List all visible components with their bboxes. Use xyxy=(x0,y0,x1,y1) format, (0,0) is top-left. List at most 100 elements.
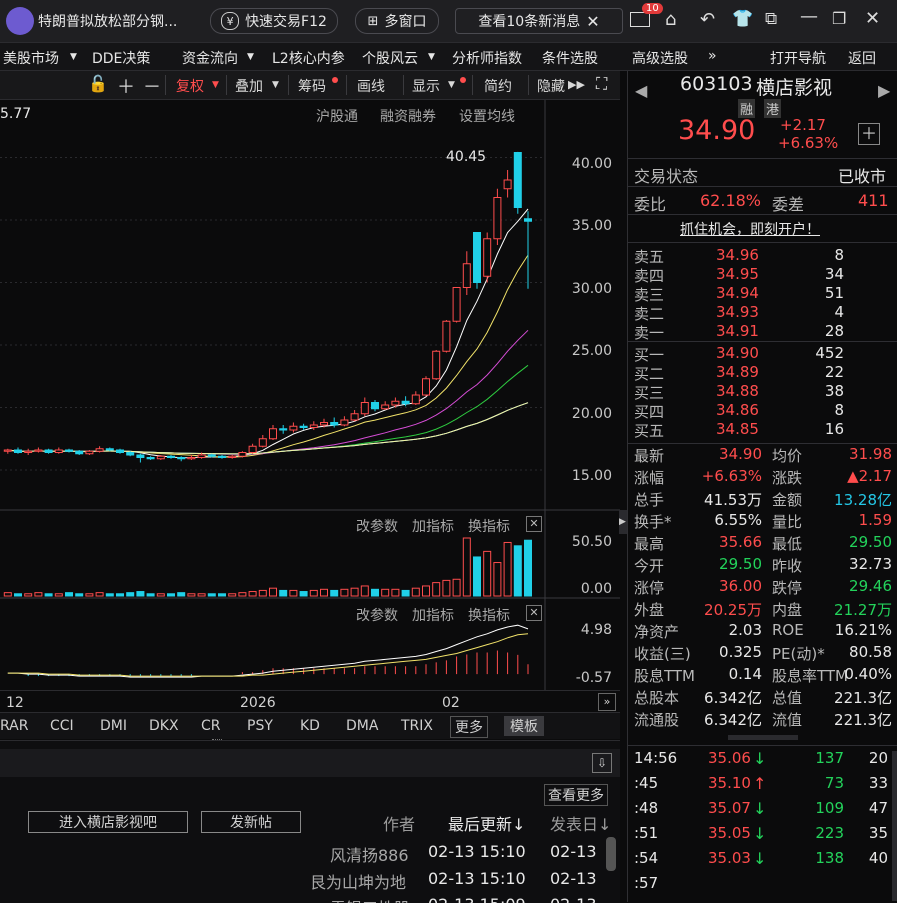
shirt-icon[interactable]: 👕 xyxy=(732,9,753,29)
tab-dkx[interactable]: DKX xyxy=(149,718,179,734)
zoom-in-icon[interactable]: ＋ xyxy=(117,73,135,99)
tab-cci[interactable]: CCI xyxy=(50,718,74,734)
menu-us-stocks[interactable]: 美股市场 xyxy=(3,48,59,68)
tick-price: 35.07 xyxy=(708,799,751,817)
bid-label: 买一 xyxy=(634,346,665,364)
candle-body xyxy=(156,455,165,460)
vol-add-indicator[interactable]: 加指标 xyxy=(412,516,454,536)
home-icon[interactable]: ⌂ xyxy=(665,9,676,30)
macd-switch-indicator[interactable]: 换指标 xyxy=(468,605,510,625)
collapse-arrow-icon[interactable] xyxy=(728,735,798,740)
indicator-tabs: RAR CCI DMI DKX CR PSY KD DMA TRIX 更多 模板 xyxy=(0,712,620,739)
vol-switch-indicator[interactable]: 换指标 xyxy=(468,516,510,536)
zoom-out-icon[interactable]: － xyxy=(143,73,161,99)
enter-forum-button[interactable]: 进入横店影视吧 xyxy=(28,811,188,833)
back-icon[interactable]: ↶ xyxy=(700,9,715,30)
more-icon[interactable]: » xyxy=(708,48,717,64)
stat-row: 涨幅 +6.63% 涨跌 ▲2.17 xyxy=(628,467,897,487)
row-author[interactable]: 艮为山坤为地 xyxy=(310,869,406,893)
close-icon[interactable]: ✕ xyxy=(586,12,599,31)
huaxian-button[interactable]: 画线 xyxy=(357,76,385,96)
tab-psy[interactable]: PSY xyxy=(247,718,273,734)
tab-rar[interactable]: RAR xyxy=(0,718,28,734)
macd-add-indicator[interactable]: 加指标 xyxy=(412,605,454,625)
col-author[interactable]: 作者 xyxy=(383,811,415,835)
close-icon[interactable]: ✕ xyxy=(526,516,542,532)
ask-label: 卖三 xyxy=(634,286,665,304)
lock-icon[interactable]: 🔓 xyxy=(88,74,108,93)
play-more-icon[interactable]: ▶▶ xyxy=(568,78,585,91)
yincang-button[interactable]: 隐藏 xyxy=(537,76,565,96)
tab-trix[interactable]: TRIX xyxy=(401,718,433,734)
tab-dmi[interactable]: DMI xyxy=(100,718,127,734)
vol-edit-params[interactable]: 改参数 xyxy=(356,516,398,536)
tab-dma[interactable]: DMA xyxy=(346,718,378,734)
tab-kd[interactable]: KD xyxy=(300,718,320,734)
forum-scrollbar[interactable] xyxy=(606,837,616,871)
tab-more[interactable]: 更多 xyxy=(450,716,488,738)
menu-capital-flow[interactable]: 资金流向 xyxy=(182,48,238,68)
new-post-button[interactable]: 发新帖 xyxy=(201,811,301,833)
view-more-button[interactable]: 查看更多 xyxy=(544,784,608,806)
ma60-line xyxy=(7,402,529,455)
menu-open-nav[interactable]: 打开导航 xyxy=(770,48,826,68)
menu-advanced[interactable]: 高级选股 xyxy=(632,48,688,68)
xianshi-button[interactable]: 显示 xyxy=(412,76,440,96)
window-close-icon[interactable]: ✕ xyxy=(865,8,880,29)
chart-canvas[interactable] xyxy=(0,100,620,690)
diejia-button[interactable]: 叠加 xyxy=(235,76,263,96)
kline-chart[interactable]: 5.77 沪股通 融资融券 设置均线 40.45 40.00 35.00 30.… xyxy=(0,100,620,690)
close-icon[interactable]: ✕ xyxy=(526,605,542,621)
restore-icon[interactable]: ⧉ xyxy=(765,9,777,29)
stat-label: 涨跌 xyxy=(772,469,803,487)
minimize-icon[interactable]: — xyxy=(800,6,818,27)
volume-bar xyxy=(432,582,441,597)
maximize-icon[interactable]: ❐ xyxy=(832,9,846,28)
menu-back[interactable]: 返回 xyxy=(848,48,876,68)
menu-l2[interactable]: L2核心内参 xyxy=(272,48,345,68)
download-icon[interactable]: ⇩ xyxy=(592,753,612,773)
multi-window-button[interactable]: ⊞ 多窗口 xyxy=(355,8,439,34)
panel-collapse-handle[interactable]: ▶ xyxy=(619,510,627,534)
news-title[interactable]: 特朗普拟放松部分钢... xyxy=(38,11,177,31)
next-stock-icon[interactable]: ▶ xyxy=(878,81,890,100)
candle-body xyxy=(483,238,492,277)
news-message-button[interactable]: 查看10条新消息 ✕ xyxy=(455,8,623,34)
tick-count: 40 xyxy=(868,849,888,867)
macd-edit-params[interactable]: 改参数 xyxy=(356,605,398,625)
stat-row: 股息TTM 0.14 股息率TTM 0.40% xyxy=(628,665,897,685)
stat-value: 0.14 xyxy=(728,665,762,683)
menu-dde[interactable]: DDE决策 xyxy=(92,48,150,68)
tick-count: 20 xyxy=(868,749,888,767)
open-account-link[interactable]: 抓住机会，即刻开户！ xyxy=(680,219,820,239)
vol-tick: 50.50 xyxy=(571,534,612,550)
quick-trade-button[interactable]: ¥ 快速交易F12 xyxy=(210,8,338,34)
fullscreen-icon[interactable]: ⛶ xyxy=(596,74,607,94)
col-updated[interactable]: 最后更新↓ xyxy=(448,811,525,835)
menu-analyst[interactable]: 分析师指数 xyxy=(452,48,522,68)
menu-stock-news[interactable]: 个股风云 xyxy=(362,48,418,68)
link-margin[interactable]: 融资融券 xyxy=(380,106,436,126)
tab-template[interactable]: 模板 xyxy=(504,716,544,736)
quote-panel: ◀ ▶ 603103 横店影视 融 港 34.90 +2.17 +6.63% ＋… xyxy=(627,71,897,902)
mail-icon[interactable] xyxy=(630,12,650,27)
row-updated: 02-13 15:10 xyxy=(428,869,526,888)
candle-body xyxy=(54,449,63,453)
row-author[interactable]: 风清扬886 xyxy=(330,842,409,866)
scroll-right-icon[interactable]: » xyxy=(598,693,616,711)
chouma-button[interactable]: 筹码 xyxy=(298,76,326,96)
tick-scrollbar[interactable] xyxy=(892,751,897,901)
fuquan-button[interactable]: 复权 xyxy=(176,76,204,96)
jianyue-button[interactable]: 简约 xyxy=(484,76,512,96)
link-hgt[interactable]: 沪股通 xyxy=(316,106,358,126)
ask-label: 卖五 xyxy=(634,248,665,266)
volume-bar xyxy=(493,562,502,597)
add-watch-icon[interactable]: ＋ xyxy=(858,123,880,145)
menu-condition[interactable]: 条件选股 xyxy=(542,48,598,68)
col-posted[interactable]: 发表日↓ xyxy=(550,811,611,835)
link-ma-settings[interactable]: 设置均线 xyxy=(459,106,515,126)
tab-cr[interactable]: CR xyxy=(201,718,221,734)
app-logo-icon xyxy=(6,7,34,35)
prev-stock-icon[interactable]: ◀ xyxy=(635,81,647,100)
tick-count: 47 xyxy=(868,799,888,817)
